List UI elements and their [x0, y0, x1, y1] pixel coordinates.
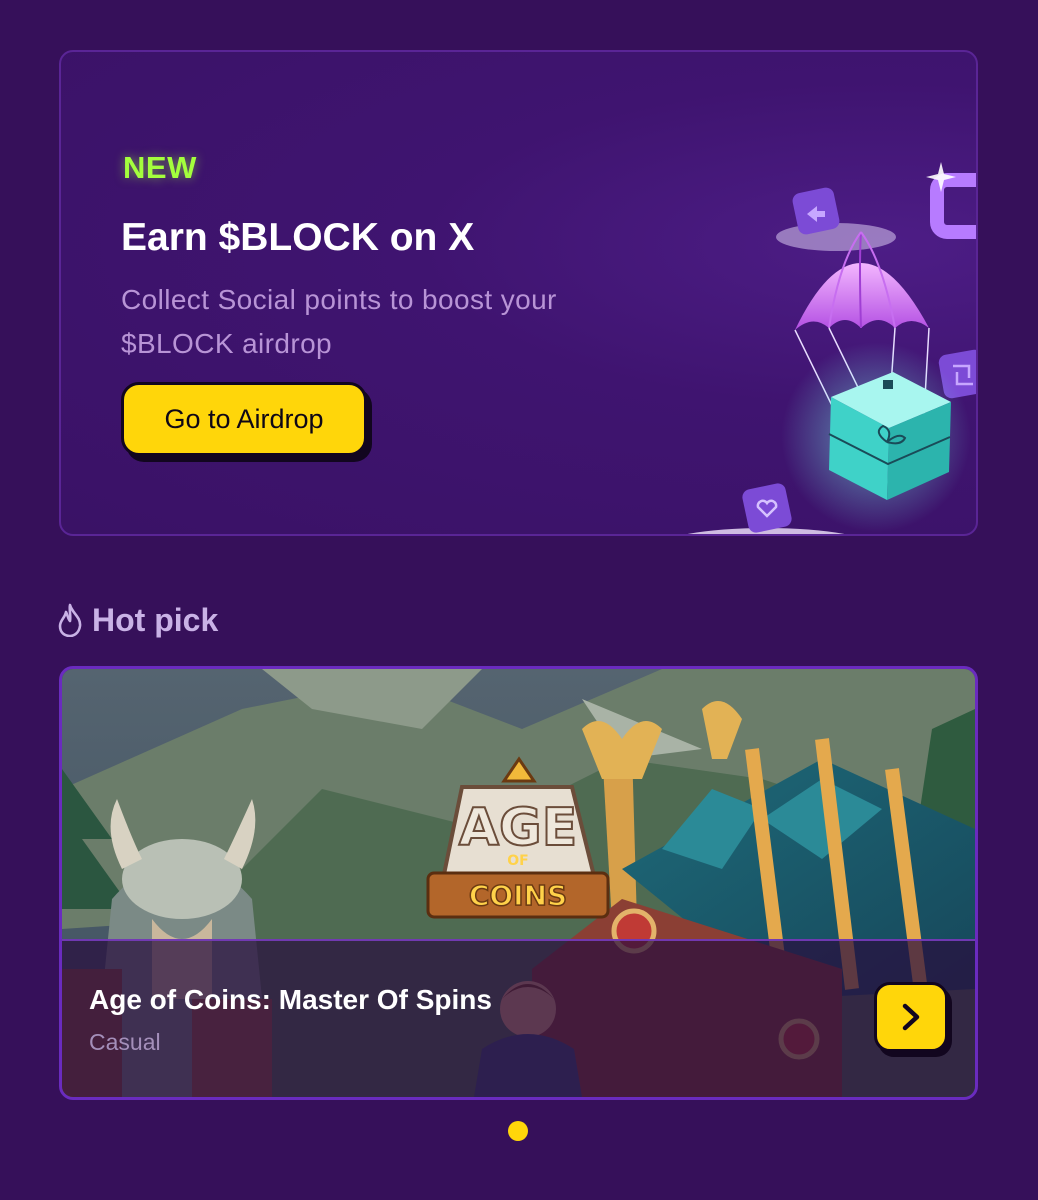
banner-subtitle: Collect Social points to boost your $BLO… [121, 284, 557, 359]
section-title: Hot pick [92, 601, 219, 638]
open-game-button[interactable] [874, 982, 948, 1052]
new-badge: NEW [123, 150, 197, 185]
airdrop-banner: NEW Earn $BLOCK on X Collect Social poin… [59, 50, 978, 536]
svg-text:COINS: COINS [469, 879, 567, 912]
share-tile-icon [792, 187, 840, 235]
carousel-dot-active[interactable] [508, 1121, 528, 1141]
airdrop-illustration [687, 162, 976, 534]
go-to-airdrop-button[interactable]: Go to Airdrop [121, 382, 367, 456]
banner-title: Earn $BLOCK on X [121, 216, 475, 259]
game-title: Age of Coins: Master Of Spins [89, 984, 492, 1015]
heart-tile-icon [742, 483, 792, 533]
chevron-right-icon [902, 1003, 920, 1031]
flame-icon [58, 603, 82, 637]
game-genre: Casual [89, 1029, 161, 1055]
svg-text:AGE: AGE [459, 798, 577, 858]
svg-text:OF: OF [507, 853, 528, 869]
game-info-overlay [62, 939, 975, 1097]
game-card[interactable]: AGE OF COINS Age of Coins: Master Of Spi… [59, 666, 978, 1100]
hot-pick-header: Hot pick [56, 600, 218, 640]
